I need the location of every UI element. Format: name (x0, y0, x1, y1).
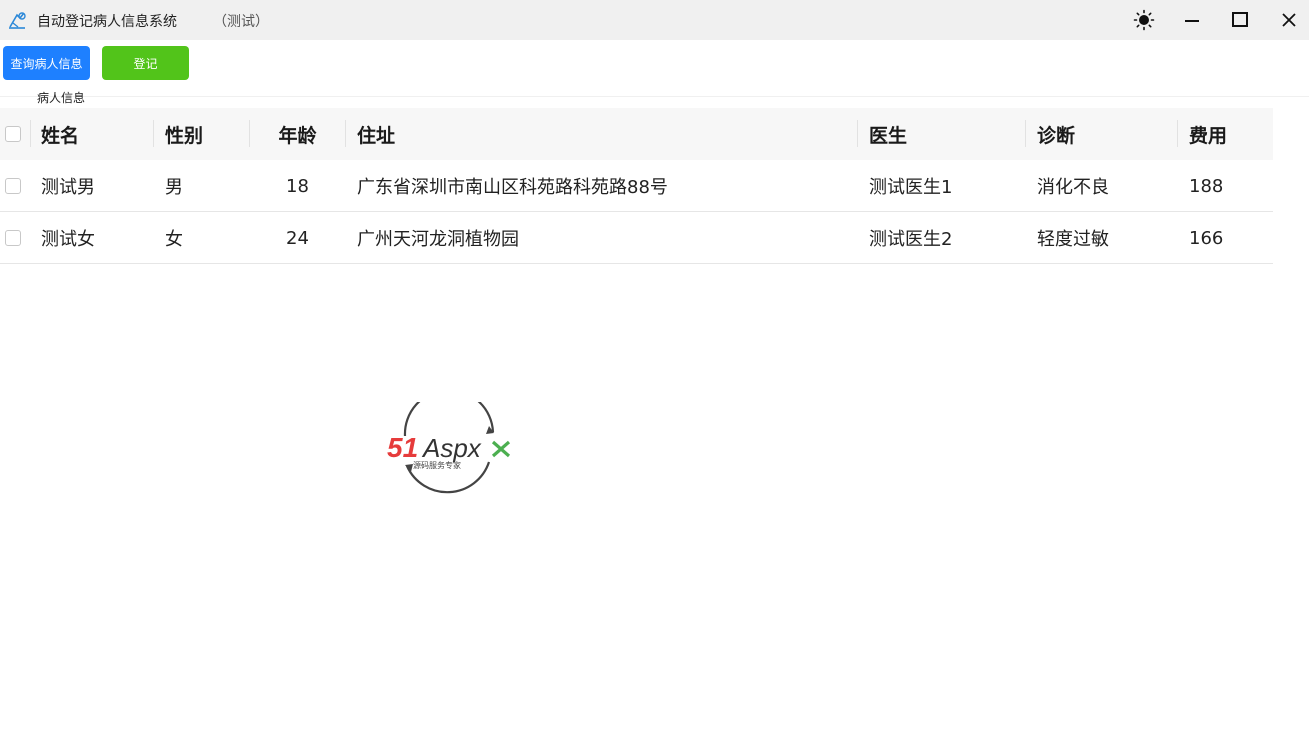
table-row[interactable]: 测试男 男 18 广东省深圳市南山区科苑路科苑路88号 测试医生1 消化不良 1… (0, 160, 1273, 212)
column-header-doctor[interactable]: 医生 (869, 108, 907, 160)
cell-fee: 166 (1189, 227, 1224, 249)
cell-gender: 男 (165, 177, 183, 198)
column-divider (345, 120, 346, 147)
table-row[interactable]: 测试女 女 24 广州天河龙洞植物园 测试医生2 轻度过敏 166 (0, 212, 1273, 264)
row-checkbox[interactable] (5, 178, 21, 194)
column-divider (1025, 120, 1026, 147)
close-icon (1282, 13, 1296, 27)
cell-diagnosis: 消化不良 (1037, 177, 1109, 198)
cell-name: 测试男 (41, 177, 95, 198)
column-header-diagnosis[interactable]: 诊断 (1037, 108, 1075, 160)
minimize-icon (1185, 20, 1199, 22)
sun-icon (1133, 9, 1155, 31)
watermark-logo: 51 Aspx 源码服务专家 (387, 402, 511, 494)
window-subtitle: （测试） (213, 14, 269, 30)
close-button[interactable] (1269, 0, 1309, 40)
cell-doctor: 测试医生1 (869, 177, 953, 198)
column-header-name[interactable]: 姓名 (41, 108, 79, 160)
column-header-fee[interactable]: 费用 (1189, 108, 1227, 160)
register-button[interactable]: 登记 (102, 46, 189, 80)
column-divider (153, 120, 154, 147)
cell-address: 广东省深圳市南山区科苑路科苑路88号 (357, 177, 668, 198)
patient-table: 姓名 性别 年龄 住址 医生 诊断 费用 测试男 男 18 广东省深圳市南山区科… (0, 108, 1273, 264)
cell-fee: 188 (1189, 175, 1224, 197)
window-title: 自动登记病人信息系统 (37, 14, 177, 30)
svg-text:源码服务专家: 源码服务专家 (413, 460, 461, 470)
table-header: 姓名 性别 年龄 住址 医生 诊断 费用 (0, 108, 1273, 160)
cell-diagnosis: 轻度过敏 (1037, 229, 1109, 250)
maximize-icon (1232, 12, 1248, 27)
toolbar: 查询病人信息 登记 (0, 40, 1309, 97)
section-label: 病人信息 (37, 91, 86, 105)
cell-age: 24 (286, 227, 309, 249)
title-bar: 自动登记病人信息系统 （测试） (0, 0, 1309, 40)
cell-doctor: 测试医生2 (869, 229, 953, 250)
minimize-button[interactable] (1172, 0, 1212, 40)
query-patient-button[interactable]: 查询病人信息 (3, 46, 90, 80)
svg-text:Aspx: Aspx (421, 433, 482, 463)
cell-age: 18 (286, 175, 309, 197)
cell-name: 测试女 (41, 229, 95, 250)
row-checkbox[interactable] (5, 230, 21, 246)
column-header-gender[interactable]: 性别 (165, 108, 203, 160)
select-all-checkbox[interactable] (5, 126, 21, 142)
column-divider (857, 120, 858, 147)
theme-toggle-button[interactable] (1124, 0, 1164, 40)
app-icon (9, 12, 26, 29)
column-header-age[interactable]: 年龄 (250, 108, 345, 160)
column-divider (1177, 120, 1178, 147)
svg-text:51: 51 (387, 432, 418, 463)
column-divider (30, 120, 31, 147)
cell-address: 广州天河龙洞植物园 (357, 229, 519, 250)
cell-gender: 女 (165, 229, 183, 250)
maximize-button[interactable] (1220, 0, 1260, 40)
column-header-address[interactable]: 住址 (357, 108, 395, 160)
